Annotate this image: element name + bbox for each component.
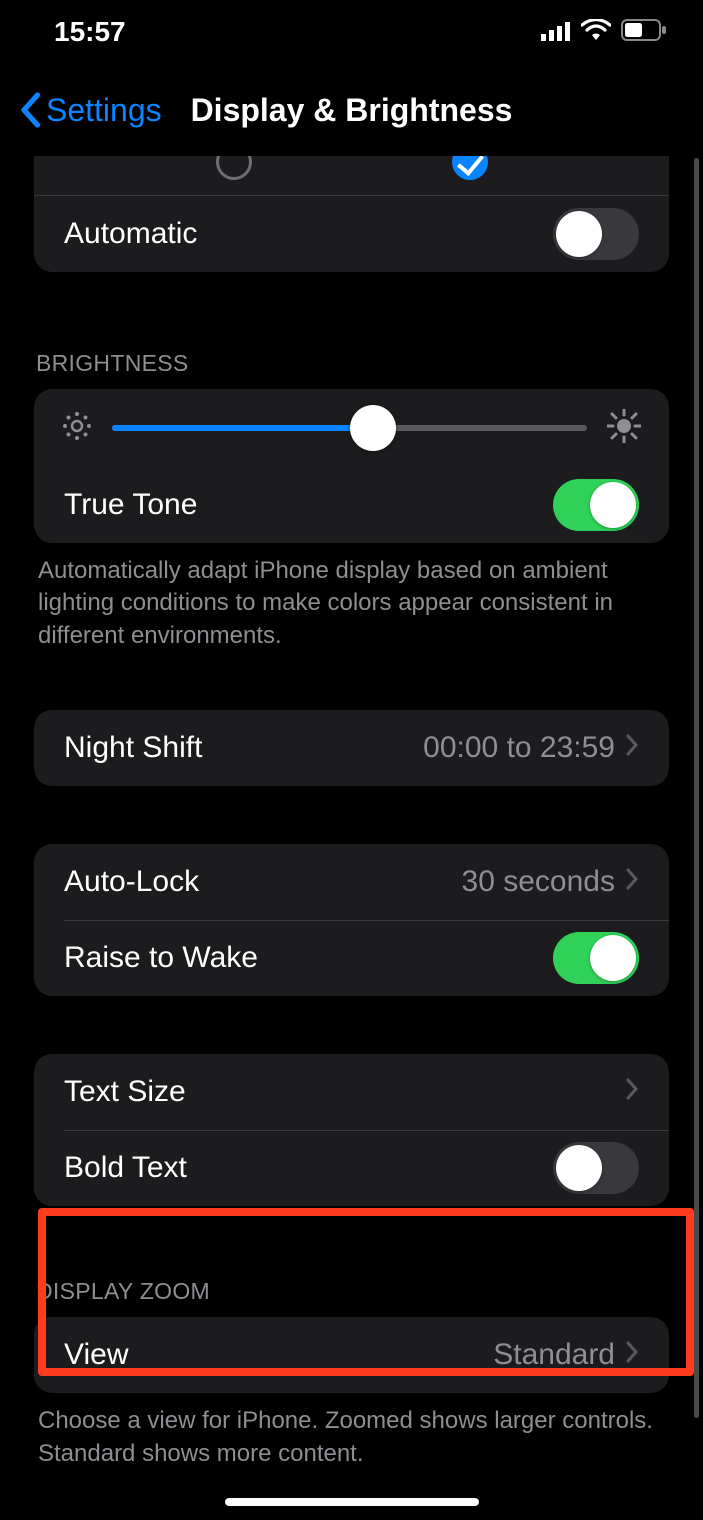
chevron-right-icon bbox=[625, 1338, 639, 1372]
appearance-radios bbox=[34, 156, 669, 196]
night-shift-value: 00:00 to 23:59 bbox=[423, 731, 615, 765]
brightness-slider-row bbox=[34, 389, 669, 467]
brightness-group: True Tone bbox=[34, 389, 669, 543]
battery-icon bbox=[621, 16, 667, 48]
brightness-slider[interactable] bbox=[112, 425, 587, 431]
status-indicators bbox=[541, 16, 667, 48]
bold-text-label: Bold Text bbox=[64, 1151, 553, 1185]
lock-group: Auto-Lock 30 seconds Raise to Wake bbox=[34, 844, 669, 996]
home-indicator[interactable] bbox=[225, 1498, 479, 1506]
automatic-switch[interactable] bbox=[553, 208, 639, 260]
view-row[interactable]: View Standard bbox=[34, 1317, 669, 1393]
brightness-header: BRIGHTNESS bbox=[34, 350, 669, 389]
night-shift-label: Night Shift bbox=[64, 731, 423, 765]
true-tone-row: True Tone bbox=[34, 467, 669, 543]
auto-lock-row[interactable]: Auto-Lock 30 seconds bbox=[34, 844, 669, 920]
chevron-left-icon bbox=[18, 92, 42, 128]
automatic-row: Automatic bbox=[34, 196, 669, 272]
appearance-dark-radio[interactable] bbox=[452, 156, 488, 180]
night-shift-group: Night Shift 00:00 to 23:59 bbox=[34, 710, 669, 786]
sun-dim-icon bbox=[62, 411, 92, 446]
display-zoom-group: View Standard bbox=[34, 1317, 669, 1393]
sun-bright-icon bbox=[607, 409, 641, 448]
text-size-label: Text Size bbox=[64, 1075, 625, 1109]
true-tone-label: True Tone bbox=[64, 488, 553, 522]
auto-lock-label: Auto-Lock bbox=[64, 865, 462, 899]
appearance-group: Automatic bbox=[34, 156, 669, 272]
chevron-right-icon bbox=[625, 1075, 639, 1109]
text-group: Text Size Bold Text bbox=[34, 1054, 669, 1206]
wifi-icon bbox=[581, 16, 611, 48]
chevron-right-icon bbox=[625, 731, 639, 765]
status-bar: 15:57 bbox=[0, 0, 703, 64]
night-shift-row[interactable]: Night Shift 00:00 to 23:59 bbox=[34, 710, 669, 786]
text-size-row[interactable]: Text Size bbox=[34, 1054, 669, 1130]
chevron-right-icon bbox=[625, 865, 639, 899]
automatic-label: Automatic bbox=[64, 217, 553, 251]
cellular-icon bbox=[541, 16, 571, 48]
raise-to-wake-label: Raise to Wake bbox=[64, 941, 553, 975]
true-tone-footer: Automatically adapt iPhone display based… bbox=[34, 543, 669, 652]
raise-to-wake-switch[interactable] bbox=[553, 932, 639, 984]
raise-to-wake-row: Raise to Wake bbox=[34, 920, 669, 996]
display-zoom-footer: Choose a view for iPhone. Zoomed shows l… bbox=[34, 1393, 669, 1470]
back-label: Settings bbox=[46, 92, 162, 129]
status-time: 15:57 bbox=[54, 16, 126, 48]
bold-text-row: Bold Text bbox=[34, 1130, 669, 1206]
bold-text-switch[interactable] bbox=[553, 1142, 639, 1194]
back-button[interactable]: Settings bbox=[18, 92, 162, 129]
appearance-light-radio[interactable] bbox=[216, 156, 252, 180]
auto-lock-value: 30 seconds bbox=[462, 865, 615, 899]
display-zoom-header: DISPLAY ZOOM bbox=[34, 1278, 669, 1317]
scrollbar[interactable] bbox=[694, 158, 699, 1418]
view-label: View bbox=[64, 1338, 493, 1372]
view-value: Standard bbox=[493, 1338, 615, 1372]
true-tone-switch[interactable] bbox=[553, 479, 639, 531]
nav-bar: Settings Display & Brightness bbox=[0, 64, 703, 156]
